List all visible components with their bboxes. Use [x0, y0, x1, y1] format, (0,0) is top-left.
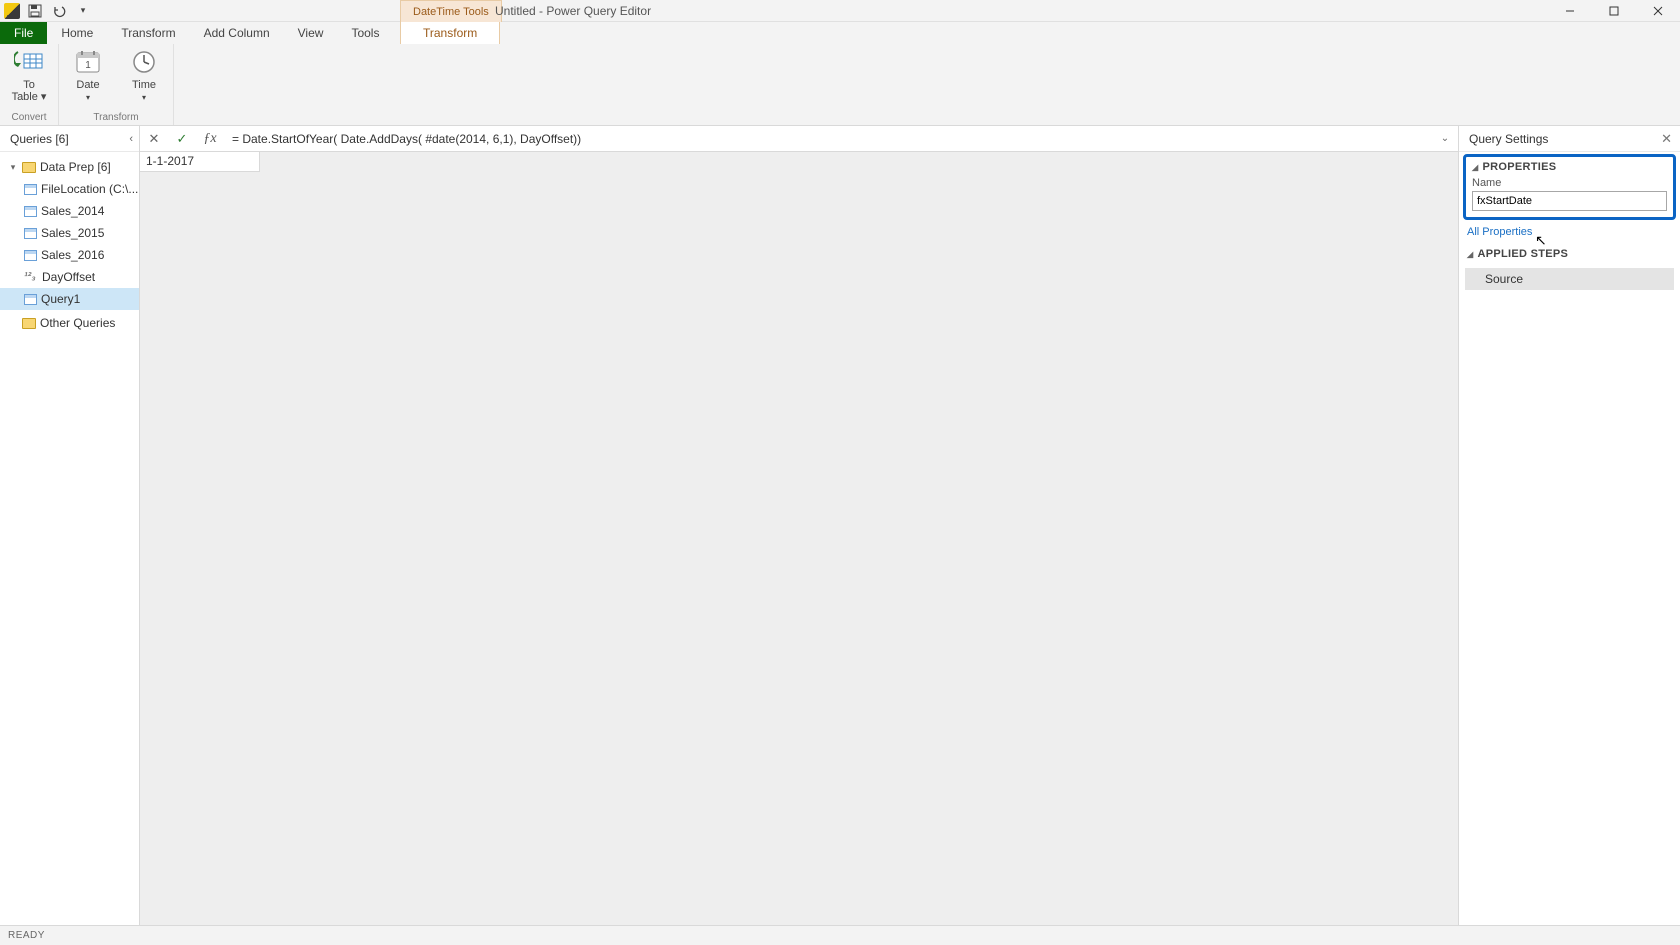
window-title: Untitled - Power Query Editor	[495, 0, 651, 22]
properties-highlight: ◢ PROPERTIES Name	[1463, 154, 1676, 220]
group-label-transform: Transform	[93, 112, 138, 125]
group-label-convert: Convert	[11, 112, 46, 125]
tab-context-transform[interactable]: Transform	[400, 22, 500, 44]
time-button[interactable]: Time ▾	[123, 47, 165, 104]
cursor-icon: ↖	[1535, 232, 1547, 249]
close-button[interactable]	[1636, 0, 1680, 22]
preview-value[interactable]: 1-1-2017	[140, 152, 260, 172]
ribbon-group-convert: ToTable ▾ Convert	[0, 44, 59, 125]
calendar-icon: 1	[73, 47, 103, 77]
undo-icon[interactable]	[50, 2, 68, 20]
applied-steps-title[interactable]: ◢ APPLIED STEPS	[1467, 248, 1672, 260]
tab-tools[interactable]: Tools	[337, 22, 393, 44]
table-icon	[24, 206, 37, 217]
table-icon	[24, 228, 37, 239]
qat-dropdown-icon[interactable]: ▾	[74, 2, 92, 20]
query-item-sales-2014[interactable]: Sales_2014	[0, 200, 139, 222]
folder-icon	[22, 318, 36, 329]
caret-down-icon: ◢	[1472, 163, 1478, 172]
close-settings-icon[interactable]: ✕	[1661, 131, 1672, 147]
to-table-icon	[14, 47, 44, 77]
all-properties-link[interactable]: All Properties	[1467, 226, 1672, 238]
query-group-label: Other Queries	[40, 316, 115, 330]
accept-formula-icon[interactable]: ✓	[168, 126, 196, 152]
properties-label: PROPERTIES	[1482, 161, 1556, 173]
to-table-label-2: Table ▾	[12, 91, 47, 103]
editor-body: Queries [6] ‹ ▾ Data Prep [6] FileLocati…	[0, 126, 1680, 925]
query-item-label: Sales_2016	[41, 248, 104, 262]
maximize-button[interactable]	[1592, 0, 1636, 22]
step-source[interactable]: Source	[1465, 268, 1674, 290]
file-tab[interactable]: File	[0, 22, 47, 44]
expand-formula-icon[interactable]: ⌄	[1432, 133, 1458, 144]
query-settings-header: Query Settings ✕	[1459, 126, 1680, 152]
tab-home[interactable]: Home	[47, 22, 107, 44]
minimize-button[interactable]	[1548, 0, 1592, 22]
parameter-icon: ¹²₃	[24, 271, 38, 283]
time-button-label: Time	[132, 79, 156, 91]
window-controls	[1548, 0, 1680, 22]
applied-steps-label: APPLIED STEPS	[1477, 248, 1568, 260]
query-group-label: Data Prep [6]	[40, 160, 111, 174]
tab-view[interactable]: View	[284, 22, 338, 44]
table-icon	[24, 184, 37, 195]
caret-down-icon: ◢	[1467, 250, 1473, 259]
properties-section-title[interactable]: ◢ PROPERTIES	[1472, 161, 1667, 173]
formula-input[interactable]: = Date.StartOfYear( Date.AddDays( #date(…	[224, 129, 1432, 149]
table-icon	[24, 250, 37, 261]
status-text: READY	[8, 930, 45, 941]
query-item-label: Sales_2015	[41, 226, 104, 240]
time-dropdown-icon: ▾	[142, 93, 146, 102]
date-dropdown-icon: ▾	[86, 93, 90, 102]
query-settings-title: Query Settings	[1469, 132, 1548, 146]
applied-steps-section: ◢ APPLIED STEPS	[1459, 242, 1680, 264]
cancel-formula-icon[interactable]: ✕	[140, 126, 168, 152]
query-item-dayoffset[interactable]: ¹²₃ DayOffset	[0, 266, 139, 288]
quick-access-toolbar: ▾	[0, 0, 92, 21]
caret-down-icon: ▾	[8, 162, 18, 173]
query-item-label: Query1	[41, 292, 80, 306]
status-bar: READY	[0, 925, 1680, 945]
to-table-label-1: To	[23, 79, 35, 91]
ribbon-group-transform: 1 Date ▾ Time ▾ Transform	[59, 44, 174, 125]
ribbon-tabs: File Home Transform Add Column View Tool…	[0, 22, 1680, 44]
app-logo-icon	[4, 3, 20, 19]
date-button[interactable]: 1 Date ▾	[67, 47, 109, 104]
tab-add-column[interactable]: Add Column	[190, 22, 284, 44]
query-group-other[interactable]: Other Queries	[0, 312, 139, 334]
query-item-label: DayOffset	[42, 270, 95, 284]
applied-steps-list: Source	[1459, 264, 1680, 294]
query-settings-pane: Query Settings ✕ ◢ PROPERTIES Name All P…	[1458, 126, 1680, 925]
queries-tree: ▾ Data Prep [6] FileLocation (C:\... Sal…	[0, 152, 139, 334]
fx-icon[interactable]: ƒx	[196, 126, 224, 152]
query-item-label: FileLocation (C:\...	[41, 182, 138, 196]
query-name-input[interactable]	[1472, 191, 1667, 211]
collapse-queries-icon[interactable]: ‹	[129, 133, 133, 145]
save-icon[interactable]	[26, 2, 44, 20]
query-item-filelocation[interactable]: FileLocation (C:\...	[0, 178, 139, 200]
date-button-label: Date	[76, 79, 99, 91]
center-pane: ✕ ✓ ƒx = Date.StartOfYear( Date.AddDays(…	[140, 126, 1458, 925]
queries-title: Queries [6]	[10, 132, 69, 146]
queries-pane: Queries [6] ‹ ▾ Data Prep [6] FileLocati…	[0, 126, 140, 925]
folder-icon	[22, 162, 36, 173]
svg-text:1: 1	[85, 60, 91, 71]
query-group[interactable]: ▾ Data Prep [6]	[0, 156, 139, 178]
query-item-query1[interactable]: Query1	[0, 288, 139, 310]
tab-transform[interactable]: Transform	[107, 22, 189, 44]
table-icon	[24, 294, 37, 305]
contextual-tab-label: DateTime Tools	[400, 0, 502, 22]
query-item-sales-2015[interactable]: Sales_2015	[0, 222, 139, 244]
query-item-sales-2016[interactable]: Sales_2016	[0, 244, 139, 266]
name-label: Name	[1472, 177, 1667, 189]
data-preview: 1-1-2017 ↖	[140, 152, 1458, 925]
clock-icon	[129, 47, 159, 77]
ribbon: ToTable ▾ Convert 1 Date ▾	[0, 44, 1680, 126]
formula-bar: ✕ ✓ ƒx = Date.StartOfYear( Date.AddDays(…	[140, 126, 1458, 152]
queries-header: Queries [6] ‹	[0, 126, 139, 152]
to-table-button[interactable]: ToTable ▾	[8, 47, 50, 103]
query-item-label: Sales_2014	[41, 204, 104, 218]
title-bar: ▾ DateTime Tools Untitled - Power Query …	[0, 0, 1680, 22]
